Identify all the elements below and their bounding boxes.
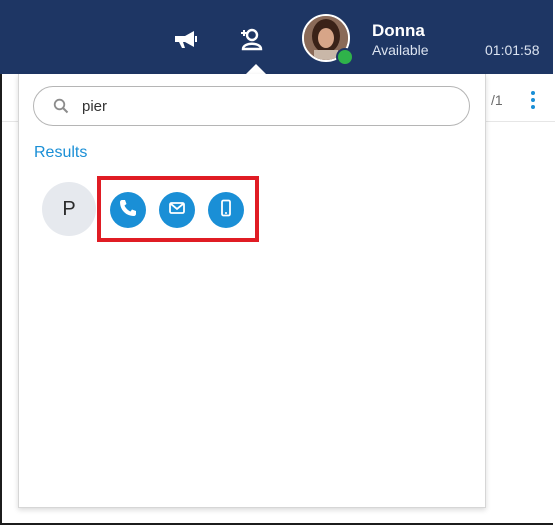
email-icon bbox=[167, 198, 187, 223]
user-avatar[interactable] bbox=[302, 14, 356, 68]
page-count: /1 bbox=[491, 92, 503, 108]
contact-avatar[interactable]: P bbox=[42, 182, 96, 236]
contacts-icon[interactable] bbox=[237, 26, 265, 52]
mobile-button[interactable] bbox=[208, 192, 244, 228]
email-button[interactable] bbox=[159, 192, 195, 228]
megaphone-icon[interactable] bbox=[171, 26, 199, 52]
contact-search-field[interactable] bbox=[33, 86, 470, 126]
contact-search-popup bbox=[18, 74, 486, 508]
call-timer: 01:01:58 bbox=[485, 42, 540, 58]
phone-icon bbox=[118, 198, 138, 223]
contact-initial: P bbox=[62, 197, 76, 220]
call-button[interactable] bbox=[110, 192, 146, 228]
results-heading: Results bbox=[34, 144, 88, 161]
user-name: Donna bbox=[372, 21, 425, 40]
top-bar: Donna Available 01:01:58 bbox=[0, 0, 553, 74]
user-status: Available bbox=[372, 42, 429, 58]
search-icon bbox=[52, 97, 70, 115]
mobile-icon bbox=[216, 198, 236, 223]
more-options-icon[interactable] bbox=[530, 91, 536, 109]
popup-caret bbox=[246, 64, 266, 74]
search-input[interactable] bbox=[80, 96, 444, 116]
presence-indicator bbox=[336, 48, 354, 66]
